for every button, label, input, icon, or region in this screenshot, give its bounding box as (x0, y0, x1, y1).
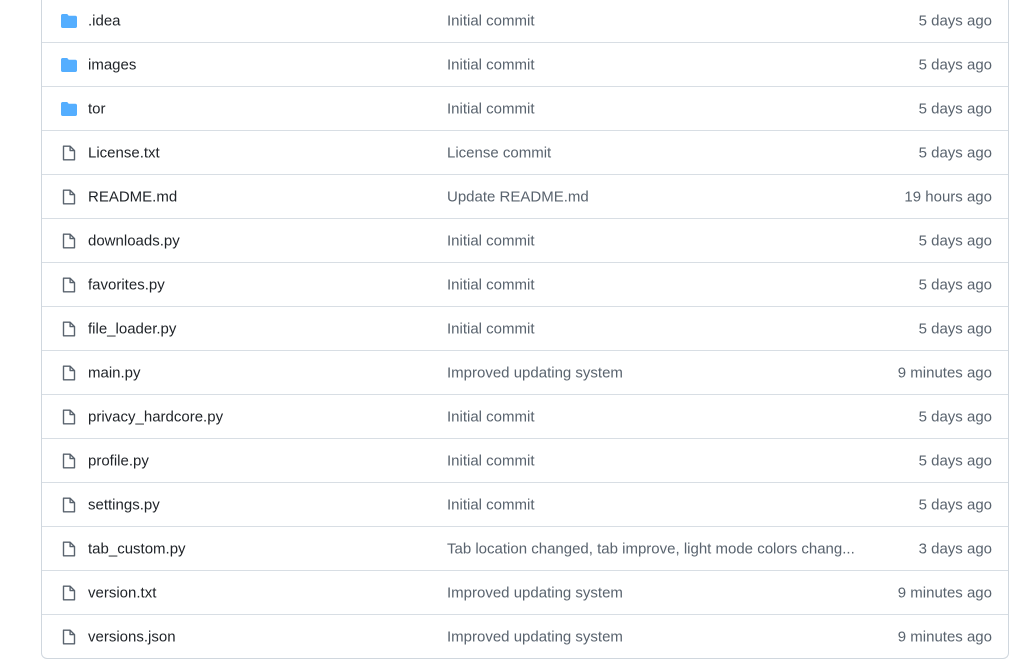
commit-message-link[interactable]: Initial commit (447, 452, 535, 469)
commit-age: 5 days ago (918, 408, 992, 425)
file-icon (60, 364, 78, 382)
file-name-link[interactable]: favorites.py (88, 276, 165, 293)
commit-age: 5 days ago (918, 452, 992, 469)
file-name-link[interactable]: version.txt (88, 584, 156, 601)
commit-message-link[interactable]: Initial commit (447, 56, 535, 73)
folder-icon (60, 12, 78, 30)
commit-message-link[interactable]: Initial commit (447, 496, 535, 513)
commit-age: 5 days ago (918, 56, 992, 73)
file-row[interactable]: version.txt Improved updating system 9 m… (42, 570, 1008, 614)
file-name-link[interactable]: README.md (88, 188, 177, 205)
folder-icon (60, 100, 78, 118)
file-name-link[interactable]: settings.py (88, 496, 160, 513)
file-name-link[interactable]: file_loader.py (88, 320, 176, 337)
commit-age: 5 days ago (918, 100, 992, 117)
commit-message-link[interactable]: Initial commit (447, 276, 535, 293)
file-name-link[interactable]: .idea (88, 12, 121, 29)
file-name-link[interactable]: downloads.py (88, 232, 180, 249)
commit-age: 5 days ago (918, 12, 992, 29)
commit-age: 3 days ago (918, 540, 992, 557)
file-icon (60, 144, 78, 162)
commit-age: 9 minutes ago (897, 584, 992, 601)
file-row[interactable]: versions.json Improved updating system 9… (42, 614, 1008, 658)
commit-age: 19 hours ago (904, 188, 992, 205)
file-row[interactable]: README.md Update README.md 19 hours ago (42, 174, 1008, 218)
file-name-link[interactable]: tor (88, 100, 106, 117)
commit-message-link[interactable]: Initial commit (447, 320, 535, 337)
file-icon (60, 276, 78, 294)
file-icon (60, 232, 78, 250)
file-icon (60, 628, 78, 646)
file-row[interactable]: tor Initial commit 5 days ago (42, 86, 1008, 130)
file-row[interactable]: privacy_hardcore.py Initial commit 5 day… (42, 394, 1008, 438)
commit-message-link[interactable]: Initial commit (447, 232, 535, 249)
commit-message-link[interactable]: License commit (447, 144, 551, 161)
file-row[interactable]: .idea Initial commit 5 days ago (42, 0, 1008, 42)
file-icon (60, 496, 78, 514)
commit-age: 9 minutes ago (897, 628, 992, 645)
file-row[interactable]: downloads.py Initial commit 5 days ago (42, 218, 1008, 262)
commit-message-link[interactable]: Improved updating system (447, 584, 623, 601)
file-icon (60, 540, 78, 558)
file-row[interactable]: profile.py Initial commit 5 days ago (42, 438, 1008, 482)
file-row[interactable]: images Initial commit 5 days ago (42, 42, 1008, 86)
commit-age: 5 days ago (918, 232, 992, 249)
commit-message-link[interactable]: Tab location changed, tab improve, light… (447, 540, 855, 557)
file-row[interactable]: tab_custom.py Tab location changed, tab … (42, 526, 1008, 570)
commit-message-link[interactable]: Improved updating system (447, 364, 623, 381)
file-list: .idea Initial commit 5 days ago images I… (41, 0, 1009, 659)
file-name-link[interactable]: main.py (88, 364, 141, 381)
commit-message-link[interactable]: Initial commit (447, 12, 535, 29)
file-icon (60, 188, 78, 206)
file-icon (60, 408, 78, 426)
commit-age: 5 days ago (918, 320, 992, 337)
file-name-link[interactable]: tab_custom.py (88, 540, 186, 557)
commit-message-link[interactable]: Initial commit (447, 100, 535, 117)
file-icon (60, 452, 78, 470)
file-icon (60, 584, 78, 602)
file-name-link[interactable]: images (88, 56, 136, 73)
file-name-link[interactable]: License.txt (88, 144, 160, 161)
file-row[interactable]: main.py Improved updating system 9 minut… (42, 350, 1008, 394)
commit-age: 9 minutes ago (897, 364, 992, 381)
commit-message-link[interactable]: Initial commit (447, 408, 535, 425)
file-name-link[interactable]: versions.json (88, 628, 176, 645)
commit-age: 5 days ago (918, 276, 992, 293)
file-row[interactable]: settings.py Initial commit 5 days ago (42, 482, 1008, 526)
file-name-link[interactable]: privacy_hardcore.py (88, 408, 223, 425)
commit-message-link[interactable]: Improved updating system (447, 628, 623, 645)
file-name-link[interactable]: profile.py (88, 452, 149, 469)
file-icon (60, 320, 78, 338)
commit-message-link[interactable]: Update README.md (447, 188, 589, 205)
commit-age: 5 days ago (918, 496, 992, 513)
file-row[interactable]: License.txt License commit 5 days ago (42, 130, 1008, 174)
file-row[interactable]: favorites.py Initial commit 5 days ago (42, 262, 1008, 306)
commit-age: 5 days ago (918, 144, 992, 161)
file-row[interactable]: file_loader.py Initial commit 5 days ago (42, 306, 1008, 350)
folder-icon (60, 56, 78, 74)
